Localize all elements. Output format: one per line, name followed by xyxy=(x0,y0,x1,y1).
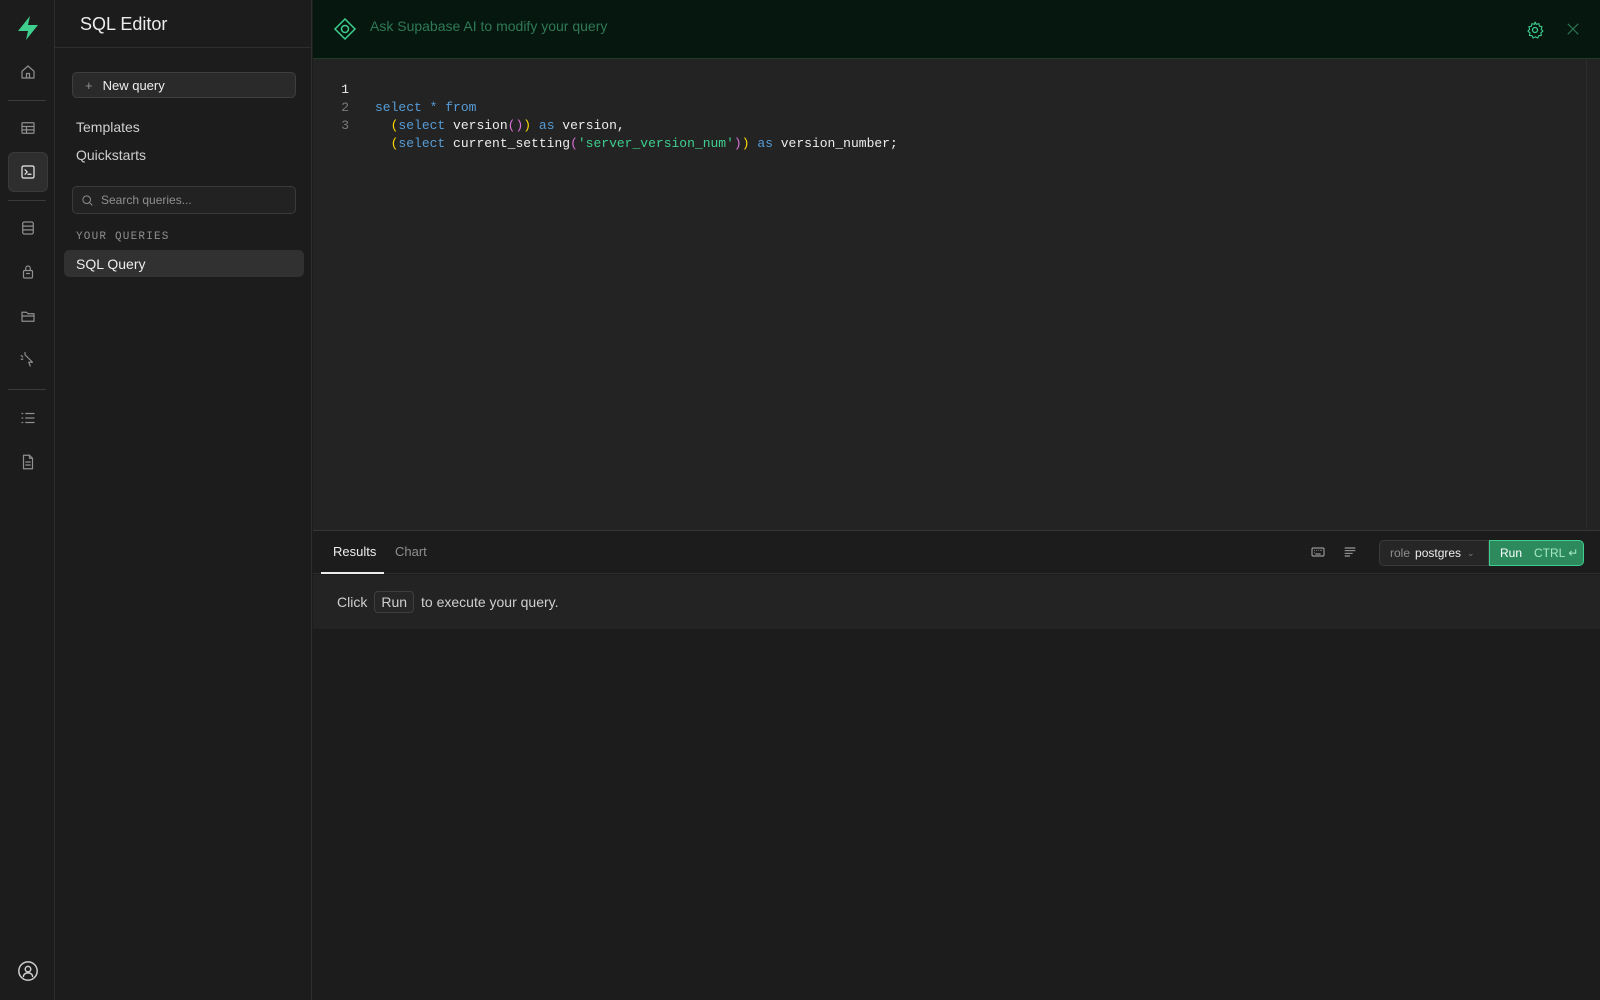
search-queries-box xyxy=(72,186,296,214)
results-tabs: Results Chart role postgres ⌄ Run CTRL ↵ xyxy=(313,531,1600,574)
templates-link[interactable]: Templates xyxy=(76,119,140,135)
role-selector[interactable]: role postgres ⌄ xyxy=(1379,540,1489,566)
table-editor-icon[interactable] xyxy=(8,108,48,148)
editor-scrollbar[interactable] xyxy=(1586,59,1600,530)
ai-prompt-input[interactable] xyxy=(370,18,1270,34)
role-value: postgres xyxy=(1415,546,1462,560)
line-number: 3 xyxy=(341,118,349,133)
rail-divider xyxy=(8,389,46,390)
run-shortcut: CTRL ↵ xyxy=(1534,546,1579,560)
role-key: role xyxy=(1390,546,1411,560)
ai-assistant-bar xyxy=(313,0,1600,59)
database-icon[interactable] xyxy=(8,208,48,248)
your-queries-heading: YOUR QUERIES xyxy=(76,231,170,243)
user-profile-icon[interactable] xyxy=(8,951,48,991)
format-query-icon[interactable] xyxy=(1342,544,1358,560)
home-icon[interactable] xyxy=(8,52,48,92)
edge-functions-icon[interactable] xyxy=(8,340,48,380)
close-icon[interactable] xyxy=(1564,20,1582,38)
code-line: 1 select * from xyxy=(313,63,476,115)
results-panel: Results Chart role postgres ⌄ Run CTRL ↵… xyxy=(313,530,1600,1000)
sidebar-title: SQL Editor xyxy=(80,14,168,34)
storage-icon[interactable] xyxy=(8,296,48,336)
results-empty-message: Click Run to execute your query. xyxy=(313,575,1600,629)
search-queries-input[interactable] xyxy=(101,193,291,207)
code-line: 2 (select version()) as version, xyxy=(313,81,625,133)
code-line: 3 (select current_setting('server_versio… xyxy=(313,99,898,151)
code-line-text: (select current_setting('server_version_… xyxy=(390,136,898,151)
reports-icon[interactable] xyxy=(8,442,48,482)
sql-editor-sidebar: SQL Editor + New query Templates Quickst… xyxy=(55,0,312,1000)
keyboard-shortcuts-icon[interactable] xyxy=(1310,544,1326,560)
message-prefix: Click xyxy=(337,594,368,610)
run-button[interactable]: Run CTRL ↵ xyxy=(1489,540,1584,566)
auth-icon[interactable] xyxy=(8,252,48,292)
search-icon xyxy=(82,194,93,206)
gear-icon[interactable] xyxy=(1525,20,1545,40)
sidebar-divider xyxy=(55,47,312,48)
tab-results[interactable]: Results xyxy=(333,544,376,559)
run-label: Run xyxy=(1500,546,1523,560)
active-tab-indicator xyxy=(321,572,384,574)
sql-code-editor[interactable]: 1 select * from 2 (select version()) as … xyxy=(313,59,1600,530)
rail-divider xyxy=(8,100,46,101)
ai-assistant-icon xyxy=(333,17,357,41)
plus-icon: + xyxy=(85,77,93,93)
code-line-text: (select version()) as version, xyxy=(390,118,625,133)
message-suffix: to execute your query. xyxy=(421,594,559,610)
supabase-logo-icon[interactable] xyxy=(14,14,42,42)
new-query-button[interactable]: + New query xyxy=(72,72,296,98)
sql-editor-icon[interactable] xyxy=(8,152,48,192)
quickstarts-link[interactable]: Quickstarts xyxy=(76,147,146,163)
logs-icon[interactable] xyxy=(8,398,48,438)
tab-chart[interactable]: Chart xyxy=(395,544,427,559)
query-item-label: SQL Query xyxy=(76,255,146,272)
new-query-label: New query xyxy=(102,77,165,93)
query-list-item[interactable]: SQL Query xyxy=(64,250,304,277)
icon-rail xyxy=(0,0,55,1000)
message-run-badge: Run xyxy=(374,591,415,613)
chevron-down-icon: ⌄ xyxy=(1467,547,1475,558)
code-line-text: select * from xyxy=(375,100,477,115)
rail-divider xyxy=(8,200,46,201)
code-area[interactable]: 1 select * from 2 (select version()) as … xyxy=(313,63,898,151)
